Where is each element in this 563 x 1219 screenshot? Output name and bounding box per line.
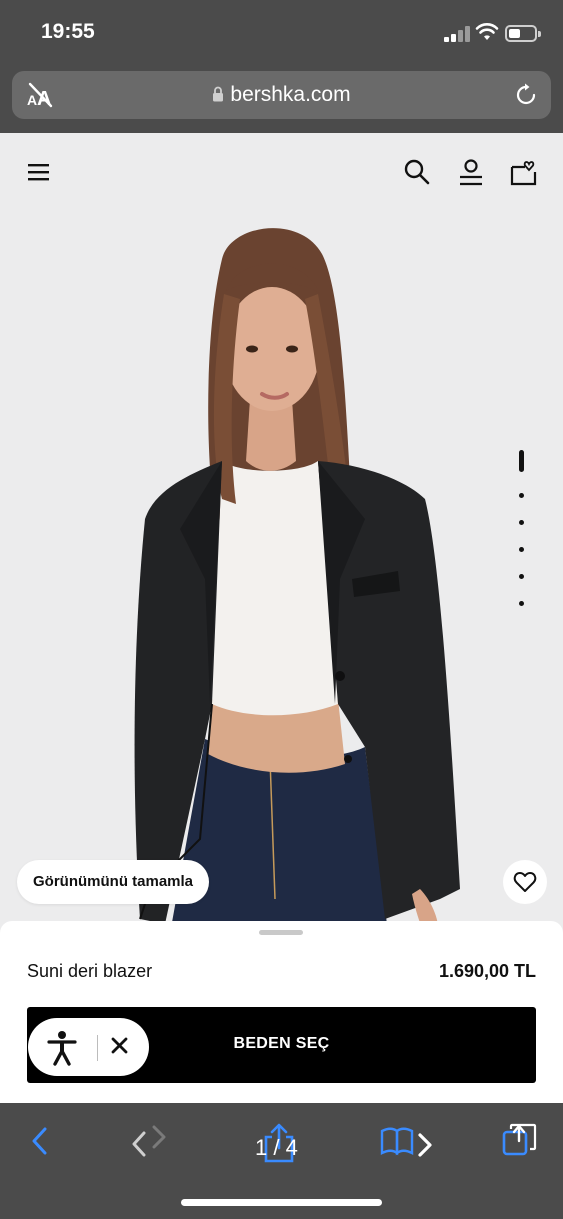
heart-icon [513,872,537,892]
browser-address-area: A A bershka.com [0,66,563,133]
page-counter: 1 / 4 [255,1135,298,1160]
search-icon[interactable] [402,157,432,187]
gallery-pagination[interactable] [517,450,527,610]
web-page: Görünümünü tamamla Suni deri blazer 1.69… [0,133,563,1103]
product-name: Suni deri blazer [27,961,153,981]
close-icon[interactable] [110,1036,130,1056]
gallery-dot[interactable] [519,574,524,579]
gallery-dot[interactable] [519,520,524,525]
bookmarks-icon[interactable] [380,1123,440,1159]
forward-icon[interactable] [128,1123,170,1159]
cellular-signal-icon [444,26,470,42]
favorite-button[interactable] [503,860,547,904]
complete-look-button[interactable]: Görünümünü tamamla [17,860,210,904]
domain-text: bershka.com [230,83,351,106]
status-time: 19:55 [41,20,95,43]
address-bar[interactable]: A A bershka.com [12,71,551,119]
select-size-button[interactable]: BEDEN SEÇ [27,1007,536,1083]
site-header [0,133,563,213]
product-price: 1.690,00 TL [438,961,536,981]
accessibility-widget[interactable] [28,1018,149,1076]
gallery-dot[interactable] [519,601,524,606]
user-icon[interactable] [456,157,486,187]
tabs-icon[interactable] [502,1123,538,1159]
status-bar: 19:55 [0,0,563,66]
sheet-grabber[interactable] [259,930,303,935]
accessibility-person-icon[interactable] [46,1030,78,1066]
bag-heart-icon[interactable] [509,157,539,187]
wifi-icon [475,22,499,42]
gallery-dot[interactable] [519,493,524,498]
product-info-sheet: Suni deri blazer 1.690,00 TL BEDEN SEÇ [0,921,563,1103]
reload-icon[interactable] [513,82,539,108]
gallery-dot[interactable] [519,547,524,552]
url-display[interactable]: bershka.com [12,83,551,107]
home-indicator[interactable] [181,1199,382,1206]
back-icon[interactable] [30,1123,50,1159]
gallery-dot-active[interactable] [519,450,524,472]
lock-icon [213,86,224,102]
hamburger-menu-icon[interactable] [24,157,54,187]
browser-toolbar: 1 / 4 [0,1103,563,1219]
divider [97,1035,98,1061]
battery-icon [505,25,541,42]
